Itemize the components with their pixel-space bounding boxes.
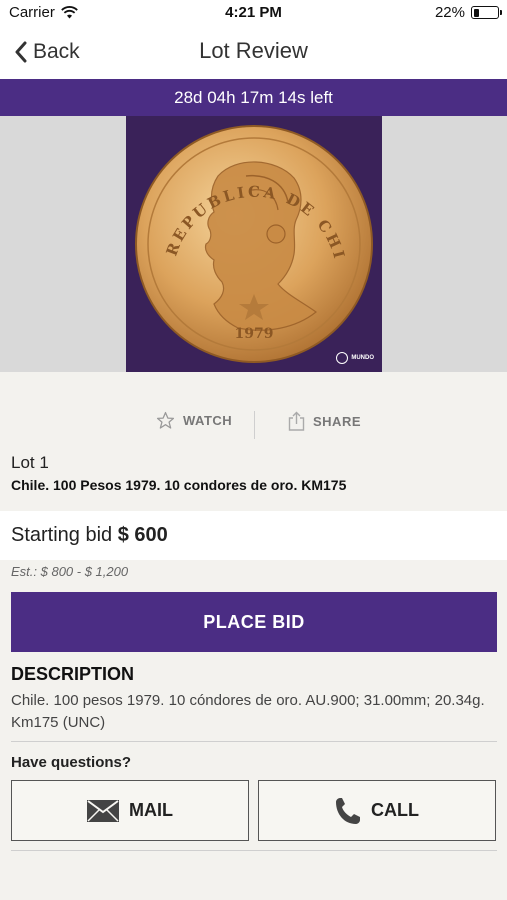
coin-image[interactable]: REPUBLICA DE CHILE 1979 MUNDO: [119, 102, 382, 372]
description-text: Chile. 100 pesos 1979. 10 cóndores de or…: [11, 692, 485, 731]
starting-bid-amount: $ 600: [117, 524, 168, 546]
lot-actions: WATCH SHARE: [0, 405, 507, 445]
coin-illustration: REPUBLICA DE CHILE 1979: [119, 102, 373, 363]
clock: 4:21 PM: [225, 4, 282, 21]
starting-bid-panel: Starting bid $ 600: [0, 511, 507, 560]
battery-icon: [471, 6, 502, 19]
divider: [11, 741, 497, 742]
mail-icon: [87, 799, 119, 822]
star-icon: [156, 411, 175, 429]
lot-image-gallery[interactable]: REPUBLICA DE CHILE 1979 MUNDO: [0, 102, 507, 372]
watch-button[interactable]: WATCH: [156, 411, 232, 430]
questions-heading: Have questions?: [11, 754, 132, 771]
phone-icon: [336, 797, 360, 824]
watch-label: WATCH: [183, 413, 233, 428]
bottom-divider: [11, 850, 497, 851]
mail-button[interactable]: MAIL: [11, 780, 249, 841]
place-bid-button[interactable]: PLACE BID: [11, 592, 497, 652]
status-bar: Carrier 4:21 PM 22%: [0, 0, 507, 26]
battery-info: 22%: [434, 4, 502, 21]
share-button[interactable]: SHARE: [288, 411, 361, 431]
countdown-banner: 28d 04h 17m 14s left: [0, 79, 507, 116]
brand-logo-text: MUNDO: [351, 355, 374, 361]
starting-bid: Starting bid $ 600: [11, 524, 168, 547]
call-button[interactable]: CALL: [258, 780, 496, 841]
share-icon: [288, 411, 305, 431]
share-label: SHARE: [313, 413, 362, 429]
mail-label: MAIL: [129, 800, 173, 820]
brand-logo: MUNDO: [336, 352, 374, 364]
page-title: Lot Review: [199, 38, 308, 63]
starting-bid-label: Starting bid: [11, 524, 113, 546]
brand-logo-icon: [336, 352, 349, 364]
lot-title: Chile. 100 Pesos 1979. 10 condores de or…: [11, 477, 347, 493]
navigation-bar: Back Lot Review: [0, 26, 507, 79]
description-heading: DESCRIPTION: [11, 664, 135, 684]
action-divider: [254, 411, 255, 439]
call-label: CALL: [371, 800, 419, 820]
estimate-range: Est.: $ 800 - $ 1,200: [11, 564, 129, 579]
battery-percent: 22%: [434, 4, 465, 21]
lot-number: Lot 1: [11, 453, 49, 472]
coin-year-text: 1979: [235, 326, 274, 342]
